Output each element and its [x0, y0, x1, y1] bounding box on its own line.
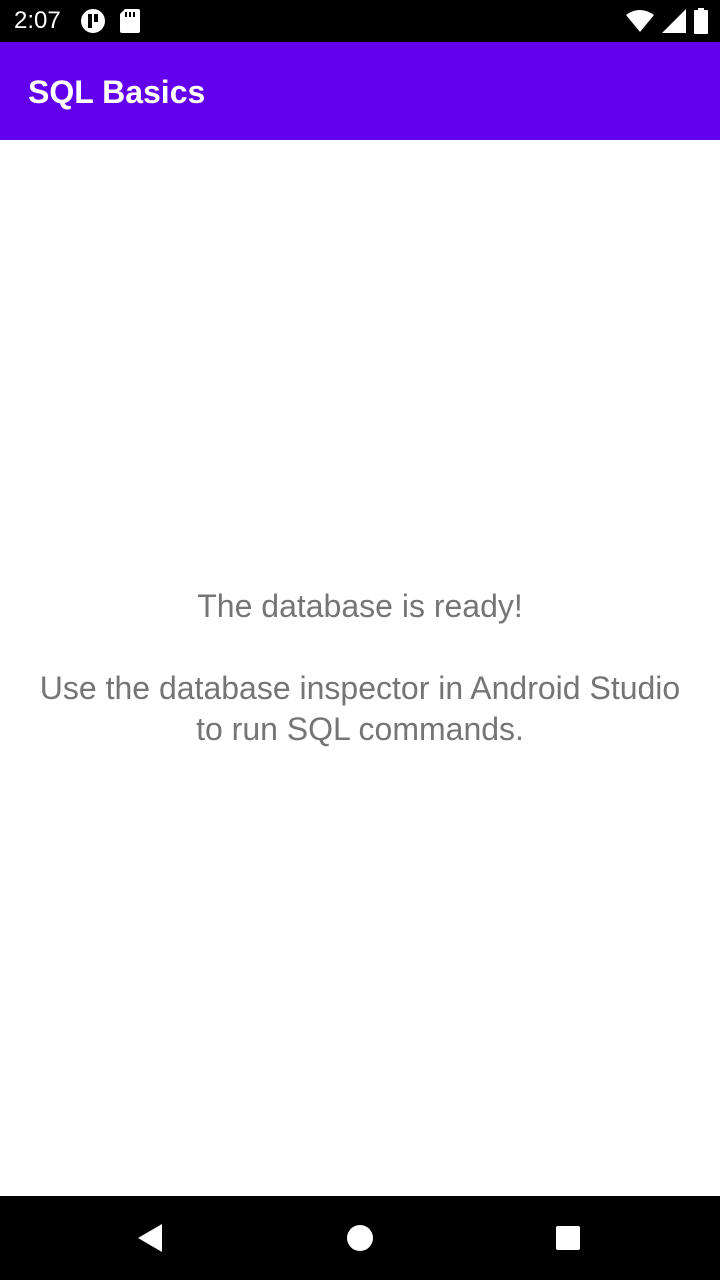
- wifi-icon: [626, 9, 654, 33]
- status-time: 2:07: [14, 7, 61, 34]
- navigation-bar: [0, 1196, 720, 1280]
- message-spacer: [0, 627, 720, 668]
- back-icon: [136, 1223, 164, 1253]
- app-title: SQL Basics: [28, 74, 206, 110]
- message-line-ready: The database is ready!: [197, 588, 523, 624]
- recents-icon: [555, 1225, 581, 1251]
- screen: 2:07 SQL Basics The database is ready! U…: [0, 0, 720, 1280]
- status-bar: 2:07: [0, 0, 720, 42]
- main-content: The database is ready! Use the database …: [0, 140, 720, 1196]
- home-button[interactable]: [340, 1218, 380, 1258]
- back-button[interactable]: [130, 1218, 170, 1258]
- status-left-icons: [80, 8, 140, 34]
- message-line-instructions-cont: to run SQL commands.: [196, 711, 524, 747]
- cell-signal-icon: [662, 9, 686, 33]
- recents-button[interactable]: [548, 1218, 588, 1258]
- app-bar: SQL Basics: [0, 42, 720, 140]
- sd-card-icon: [120, 9, 140, 33]
- message-line-instructions: Use the database inspector in Android St…: [39, 670, 681, 706]
- status-message: The database is ready! Use the database …: [0, 586, 720, 750]
- data-saver-icon: [80, 8, 106, 34]
- home-icon: [346, 1224, 374, 1252]
- status-right-icons: [626, 8, 708, 34]
- battery-icon: [694, 8, 708, 34]
